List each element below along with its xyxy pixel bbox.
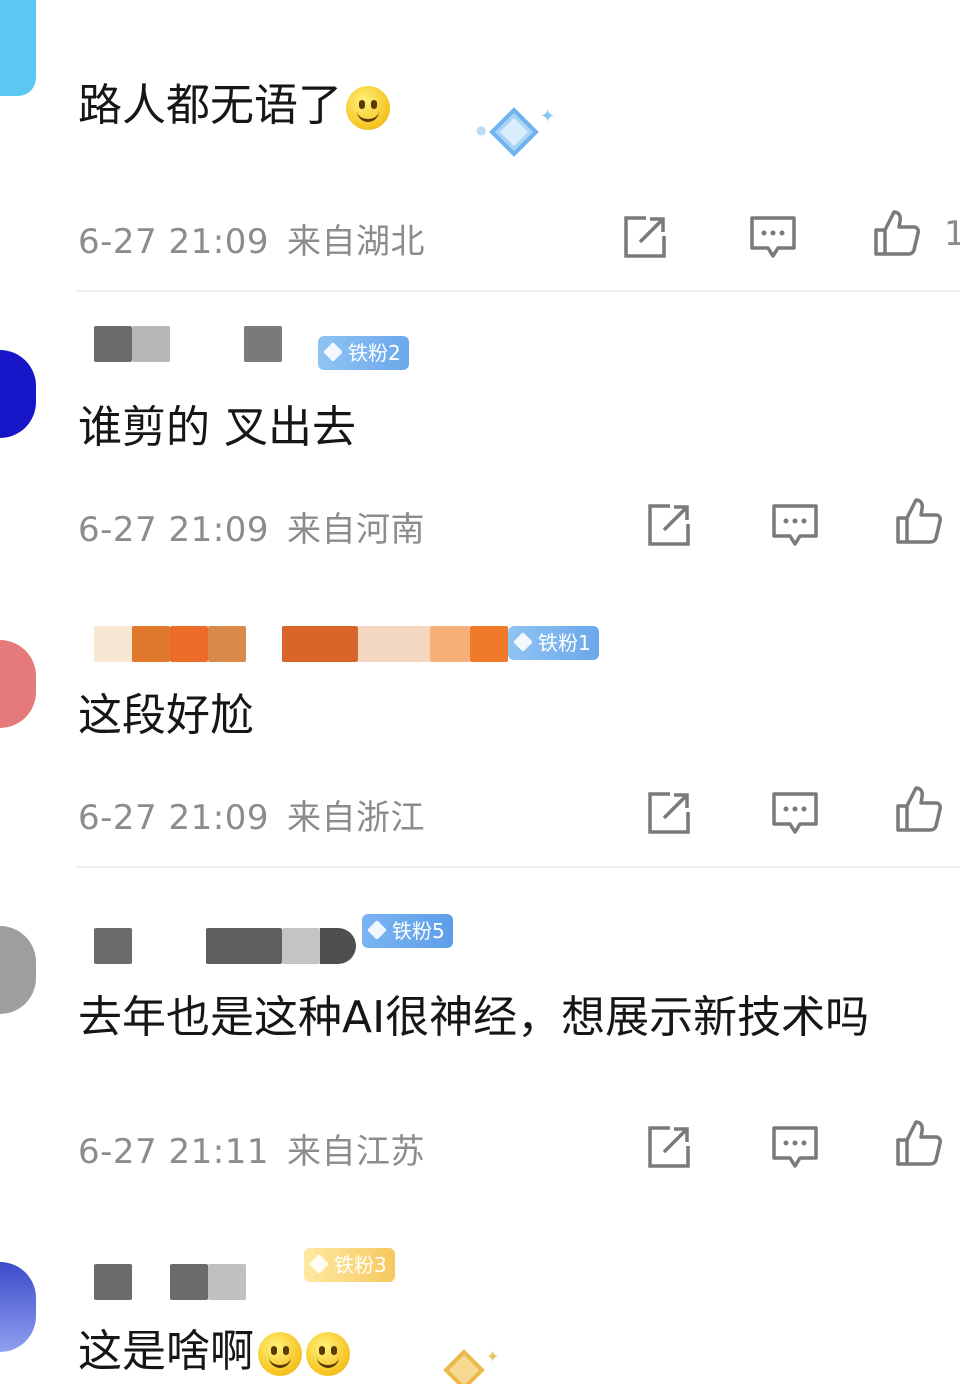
svg-text:✦: ✦ (486, 1347, 499, 1366)
thumbs-up-icon[interactable] (894, 1118, 944, 1168)
share-icon[interactable] (620, 212, 670, 262)
username-redacted (170, 1264, 208, 1300)
like-count: 1 (944, 214, 960, 254)
timestamp: 6-27 21:09 (78, 798, 269, 838)
username-redacted (206, 928, 282, 964)
comment-text: 路人都无语了 (78, 76, 390, 136)
timestamp: 6-27 21:09 (78, 222, 269, 262)
share-icon[interactable] (644, 788, 694, 838)
location: 来自浙江 (286, 798, 425, 838)
divider (76, 290, 960, 292)
location: 来自湖北 (286, 222, 425, 262)
username-redacted (132, 626, 170, 662)
diamond-decoration-icon: ✦ (443, 1347, 499, 1384)
thumbs-up-icon[interactable] (872, 208, 922, 258)
username-redacted (470, 626, 508, 662)
username-redacted (320, 928, 356, 964)
username-redacted (94, 928, 132, 964)
diamond-decoration-icon: ✦ ● (476, 106, 555, 157)
avatar[interactable] (0, 926, 36, 1014)
svg-text:●: ● (476, 123, 486, 137)
comment-icon[interactable] (770, 500, 820, 550)
avatar[interactable] (0, 640, 36, 728)
fan-badge[interactable]: 铁粉5 (362, 914, 453, 948)
comment-icon[interactable] (770, 788, 820, 838)
fan-badge[interactable]: 铁粉3 (304, 1248, 395, 1282)
avatar[interactable] (0, 0, 36, 96)
avatar[interactable] (0, 1262, 36, 1352)
comment-meta: 6-27 21:09 来自湖北 (78, 214, 425, 263)
username-redacted (94, 326, 132, 362)
smile-emoji (346, 86, 390, 130)
comment-text: 谁剪的 叉出去 (78, 402, 356, 453)
svg-text:✦: ✦ (540, 106, 555, 127)
comment-meta: 6-27 21:09 来自浙江 (78, 790, 425, 839)
username-redacted (430, 626, 470, 662)
username-redacted (208, 1264, 246, 1300)
divider (76, 866, 960, 868)
share-icon[interactable] (644, 500, 694, 550)
username-redacted (94, 626, 132, 662)
username-redacted (94, 1264, 132, 1300)
username-redacted (244, 326, 282, 362)
laugh-cry-emoji (258, 1332, 302, 1376)
username-redacted (282, 928, 320, 964)
fan-badge[interactable]: 铁粉1 (508, 626, 599, 660)
location: 来自江苏 (286, 1132, 425, 1172)
comment-meta: 6-27 21:11 来自江苏 (78, 1124, 425, 1173)
username-redacted (170, 626, 208, 662)
timestamp: 6-27 21:11 (78, 1132, 269, 1172)
username-redacted (358, 626, 430, 662)
thumbs-up-icon[interactable] (894, 784, 944, 834)
comment-icon[interactable] (748, 212, 798, 262)
comment-text: 去年也是这种AI很神经，想展示新技术吗 (78, 992, 870, 1043)
username-redacted (132, 326, 170, 362)
comment-icon[interactable] (770, 1122, 820, 1172)
comment-text: 这是啥啊 (78, 1322, 350, 1382)
location: 来自河南 (286, 510, 425, 550)
share-icon[interactable] (644, 1122, 694, 1172)
avatar[interactable] (0, 350, 36, 438)
laugh-cry-emoji (306, 1332, 350, 1376)
comment-meta: 6-27 21:09 来自河南 (78, 502, 425, 551)
timestamp: 6-27 21:09 (78, 510, 269, 550)
thumbs-up-icon[interactable] (894, 496, 944, 546)
comment-text: 这段好尬 (78, 690, 254, 741)
username-redacted (208, 626, 246, 662)
fan-badge[interactable]: 铁粉2 (318, 336, 409, 370)
username-redacted (282, 626, 358, 662)
